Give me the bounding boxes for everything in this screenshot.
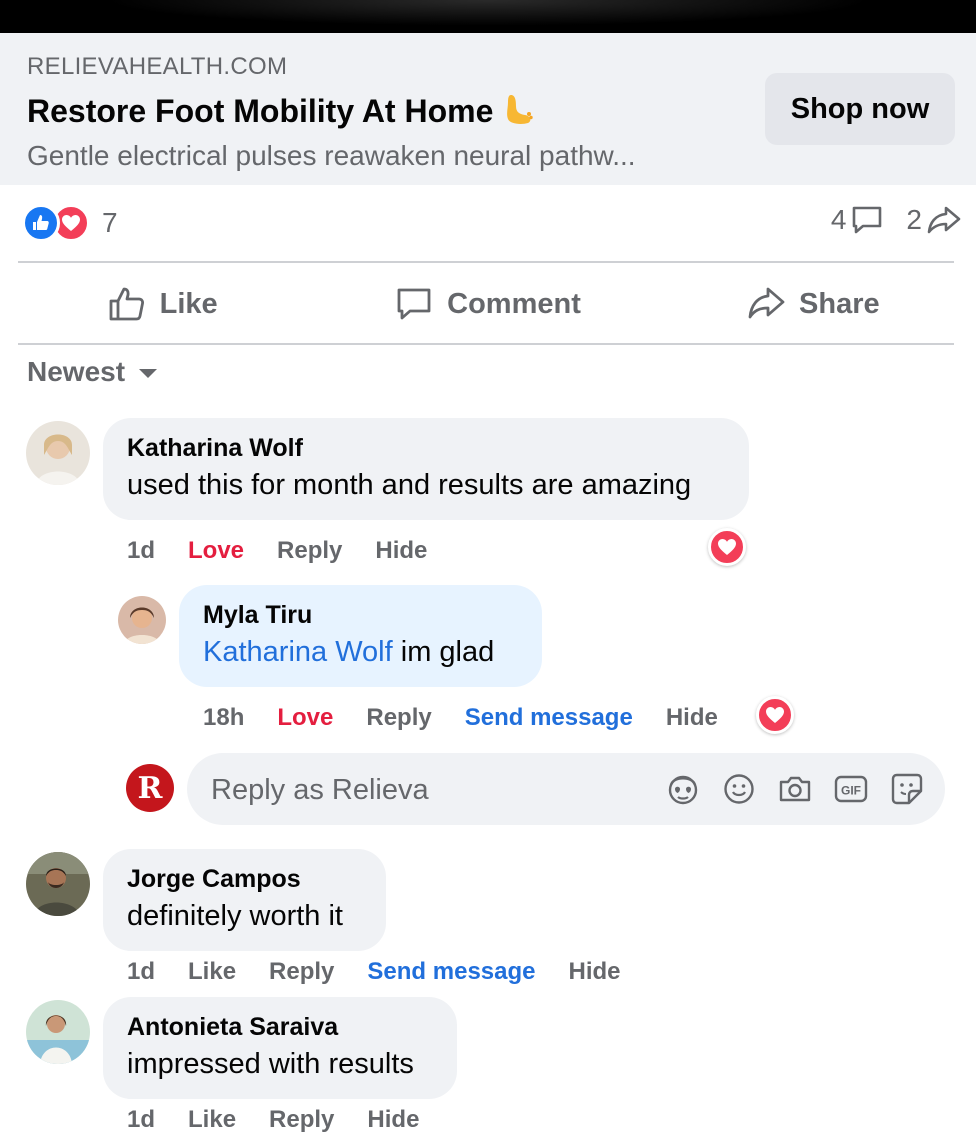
reply-button[interactable]: Reply bbox=[269, 1106, 334, 1134]
share-arrow-icon bbox=[927, 206, 961, 234]
avatar-sticker-icon[interactable] bbox=[663, 769, 703, 809]
like-reaction-button[interactable]: Like bbox=[188, 958, 236, 986]
ad-domain: RELIEVAHEALTH.COM bbox=[27, 53, 288, 80]
engagement-counts: 4 2 bbox=[809, 204, 962, 236]
like-reaction-button[interactable]: Like bbox=[188, 1106, 236, 1134]
reaction-count: 7 bbox=[102, 207, 118, 238]
divider-bottom bbox=[18, 343, 954, 345]
share-label: Share bbox=[799, 287, 880, 320]
sort-label: Newest bbox=[27, 356, 126, 387]
reply-placeholder: Reply as Relieva bbox=[211, 774, 429, 806]
comment-bubble: Katharina Wolf used this for month and r… bbox=[103, 418, 749, 520]
reply-button[interactable]: Reply bbox=[269, 958, 334, 986]
comment-icon bbox=[397, 288, 431, 320]
hide-button[interactable]: Hide bbox=[375, 537, 427, 565]
like-label: Like bbox=[159, 287, 218, 320]
like-button[interactable]: Like bbox=[0, 266, 325, 342]
ad-title[interactable]: Restore Foot Mobility At Home bbox=[27, 92, 535, 130]
page-avatar-letter: R bbox=[137, 770, 163, 806]
comment-count-value: 4 bbox=[830, 204, 847, 235]
reply-time[interactable]: 18h bbox=[203, 704, 244, 732]
send-message-button[interactable]: Send message bbox=[465, 704, 633, 732]
reaction-summary[interactable]: 7 bbox=[22, 204, 118, 242]
media-top-edge bbox=[0, 0, 976, 33]
comment-bubble: Antonieta Saraiva impressed with results bbox=[103, 997, 457, 1099]
hide-button[interactable]: Hide bbox=[666, 704, 718, 732]
shop-now-button[interactable]: Shop now bbox=[765, 73, 955, 145]
page-avatar[interactable]: R bbox=[126, 764, 174, 812]
reply-text: Katharina Wolf im glad bbox=[203, 636, 518, 669]
comment-sort-dropdown[interactable]: Newest bbox=[27, 356, 158, 388]
comment-author[interactable]: Antonieta Saraiva bbox=[127, 1013, 433, 1042]
comment-meta: 1d Love Reply Hide bbox=[127, 537, 460, 565]
reply-text-body: im glad bbox=[392, 636, 495, 668]
comment-author[interactable]: Katharina Wolf bbox=[127, 434, 725, 463]
comment-time[interactable]: 1d bbox=[127, 537, 155, 565]
thumbs-up-icon bbox=[109, 287, 144, 321]
like-reaction-icon bbox=[22, 204, 60, 242]
share-count[interactable]: 2 bbox=[906, 204, 962, 236]
avatar[interactable] bbox=[118, 596, 166, 644]
reply-author[interactable]: Myla Tiru bbox=[203, 601, 518, 630]
share-icon bbox=[748, 287, 785, 319]
love-reaction-button[interactable]: Love bbox=[277, 704, 333, 732]
share-button[interactable]: Share bbox=[651, 266, 976, 342]
post-action-bar: Like Comment Share bbox=[0, 266, 976, 342]
sticker-icon[interactable] bbox=[887, 769, 927, 809]
comment-bubble-icon bbox=[853, 206, 882, 234]
heart-reaction-badge-icon[interactable] bbox=[708, 528, 746, 566]
love-reaction-button[interactable]: Love bbox=[188, 537, 244, 565]
divider-top bbox=[18, 261, 954, 263]
hide-button[interactable]: Hide bbox=[569, 958, 621, 986]
avatar[interactable] bbox=[26, 852, 90, 916]
comment-meta: 1d Like Reply Hide bbox=[127, 1106, 452, 1134]
send-message-button[interactable]: Send message bbox=[367, 958, 535, 986]
comment-text: used this for month and results are amaz… bbox=[127, 469, 692, 501]
reply-input[interactable]: Reply as Relieva GIF bbox=[187, 753, 945, 825]
reply-toolbar: GIF bbox=[647, 769, 927, 809]
comment-label: Comment bbox=[447, 287, 581, 320]
comment-text: impressed with results bbox=[127, 1048, 414, 1080]
ad-description: Gentle electrical pulses reawaken neural… bbox=[27, 140, 636, 171]
reply-button[interactable]: Reply bbox=[366, 704, 431, 732]
gif-icon[interactable]: GIF bbox=[831, 769, 871, 809]
avatar[interactable] bbox=[26, 1000, 90, 1064]
comment-button[interactable]: Comment bbox=[325, 266, 650, 342]
share-count-value: 2 bbox=[906, 204, 922, 235]
comment-bubble: Jorge Campos definitely worth it bbox=[103, 849, 386, 951]
mention-link[interactable]: Katharina Wolf bbox=[203, 636, 393, 668]
comment-time[interactable]: 1d bbox=[127, 958, 155, 986]
ad-title-text: Restore Foot Mobility At Home bbox=[27, 93, 494, 129]
caret-down-icon bbox=[139, 369, 158, 378]
avatar[interactable] bbox=[26, 421, 90, 485]
comment-meta: 1d Like Reply Send message Hide bbox=[127, 958, 654, 986]
reply-meta: 18h Love Reply Send message Hide bbox=[203, 704, 751, 732]
foot-emoji-icon bbox=[501, 92, 535, 126]
heart-reaction-badge-icon[interactable] bbox=[756, 696, 794, 734]
camera-icon[interactable] bbox=[775, 769, 815, 809]
reply-bubble: Myla Tiru Katharina Wolf im glad bbox=[179, 585, 542, 687]
comment-author[interactable]: Jorge Campos bbox=[127, 865, 362, 894]
comment-count[interactable]: 4 bbox=[831, 204, 885, 236]
hide-button[interactable]: Hide bbox=[367, 1106, 419, 1134]
svg-text:GIF: GIF bbox=[841, 784, 861, 798]
comment-time[interactable]: 1d bbox=[127, 1106, 155, 1134]
comment-text: definitely worth it bbox=[127, 900, 343, 932]
emoji-icon[interactable] bbox=[719, 769, 759, 809]
reply-button[interactable]: Reply bbox=[277, 537, 342, 565]
